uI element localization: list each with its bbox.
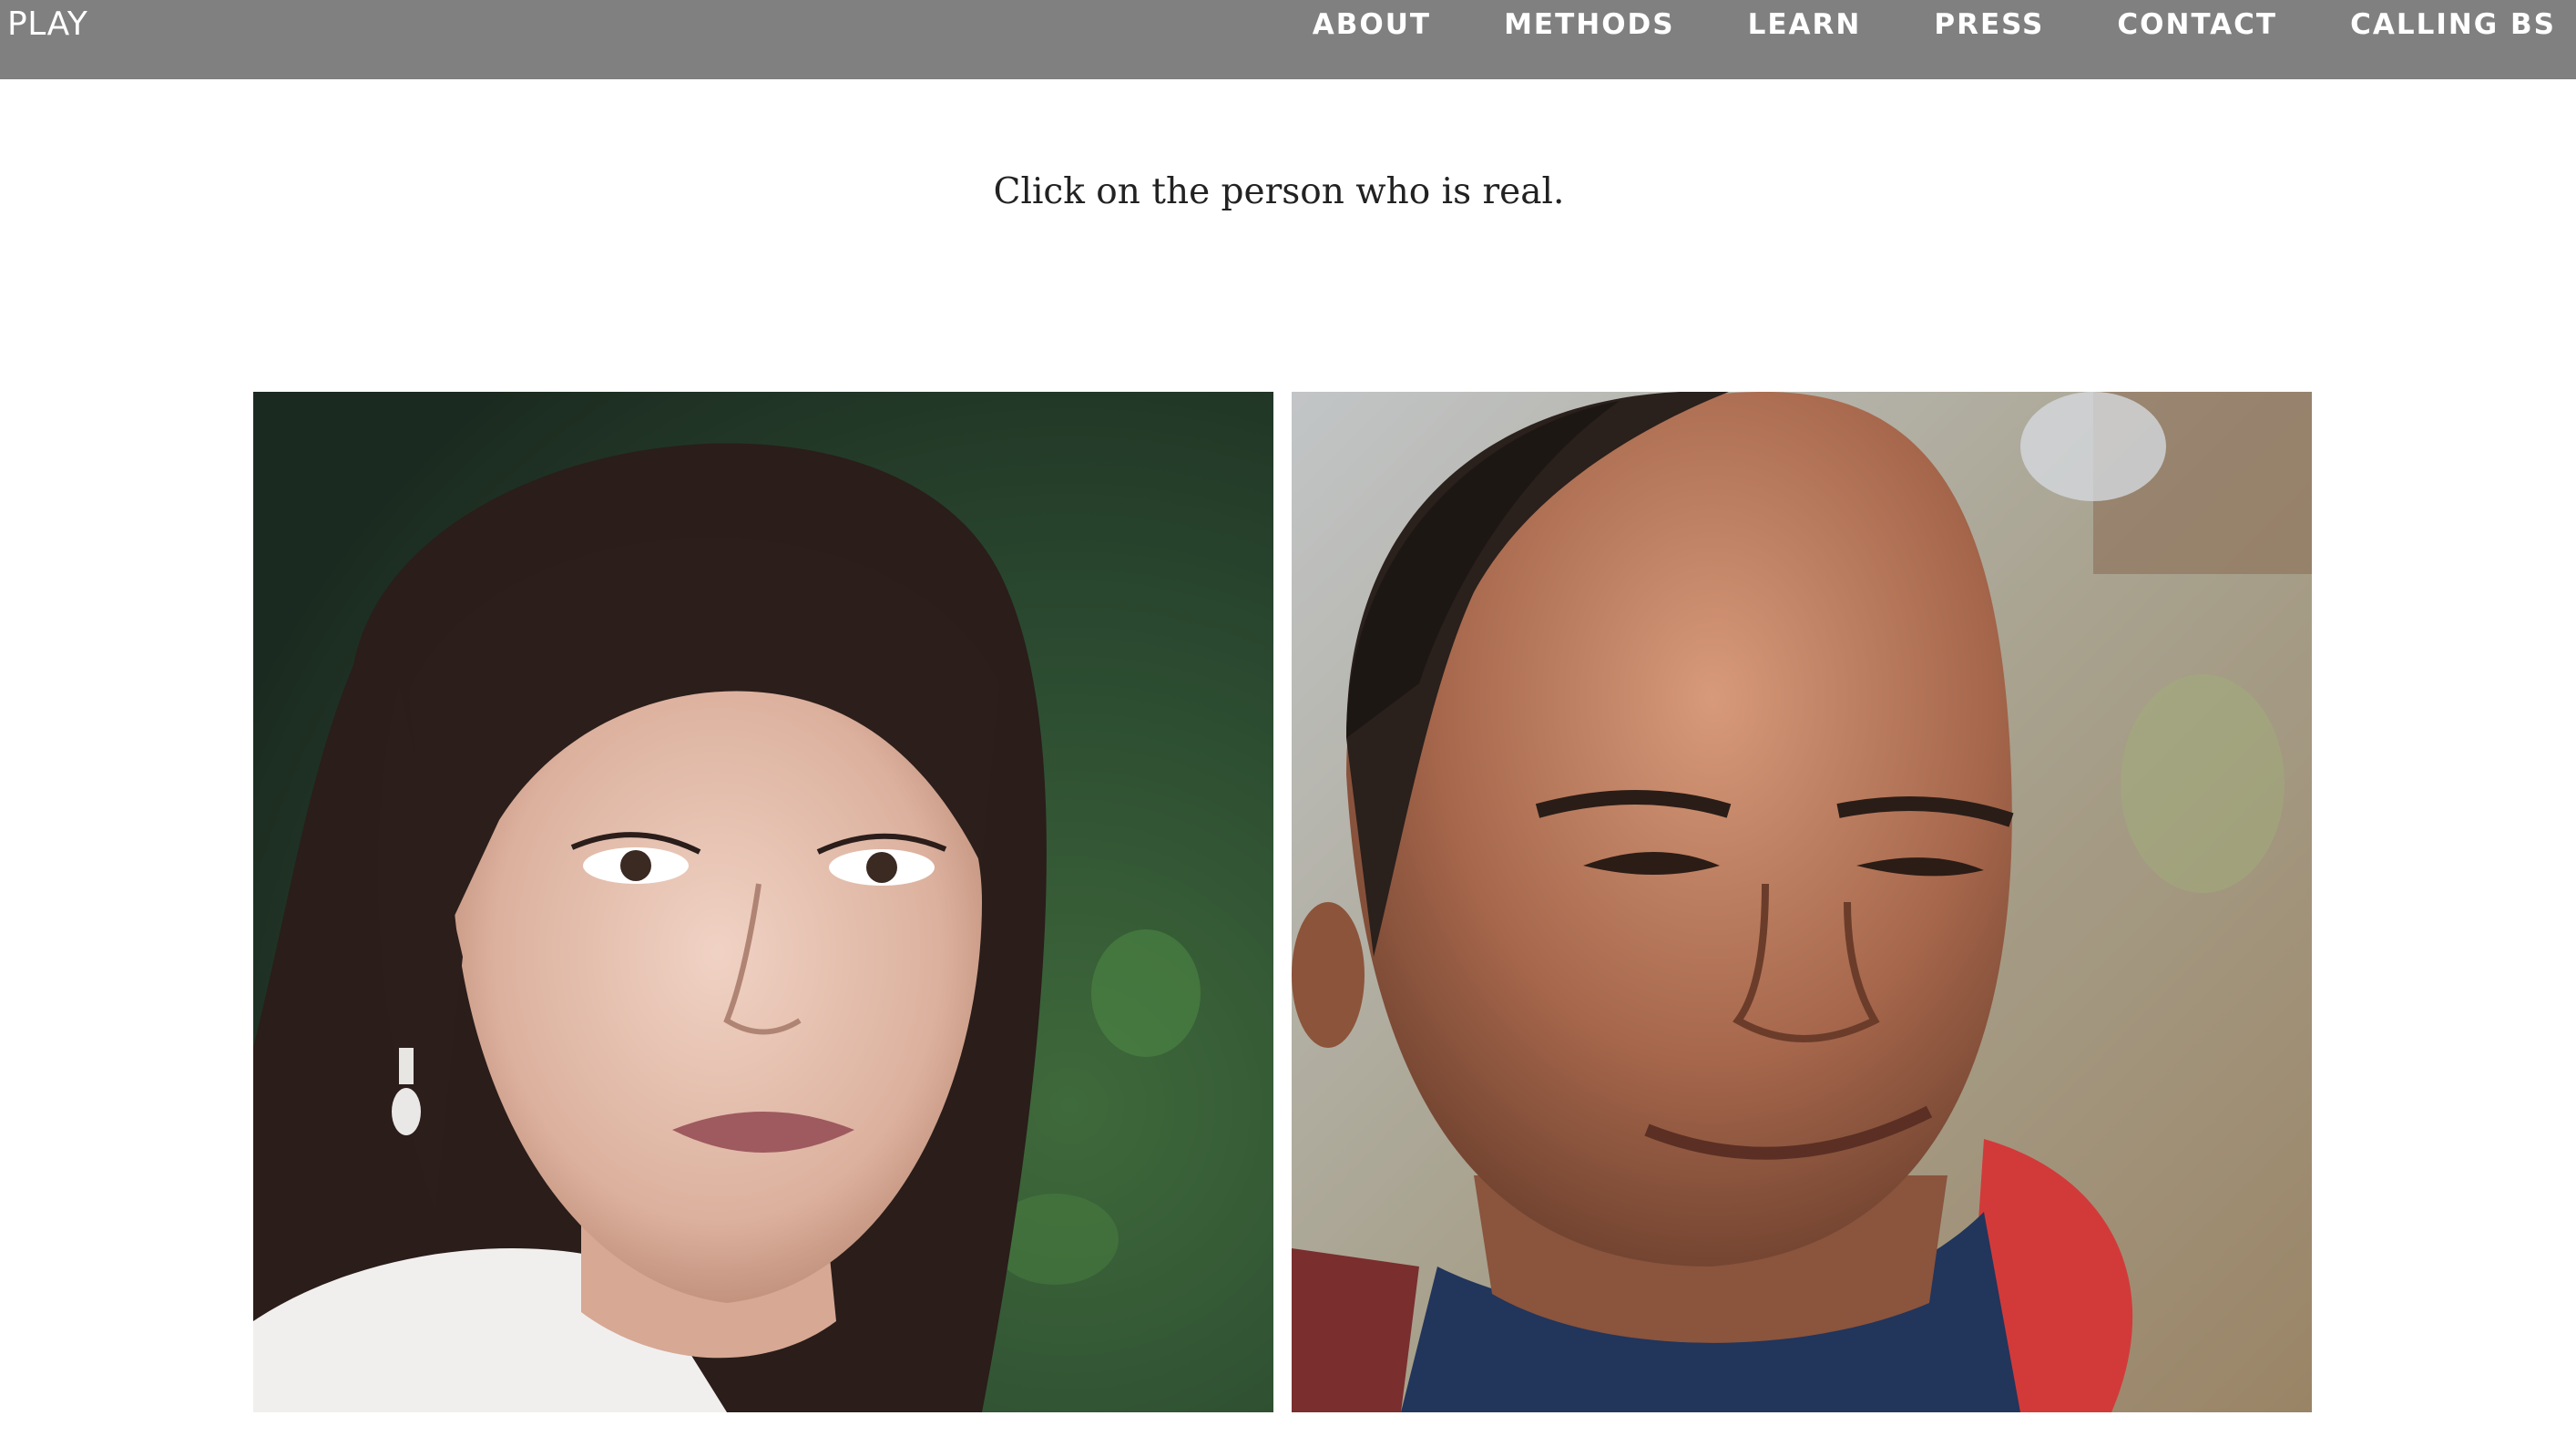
brand-play-link[interactable]: PLAY [7, 0, 87, 49]
nav-methods-link[interactable]: METHODS [1504, 8, 1675, 41]
nav-contact-link[interactable]: CONTACT [2117, 8, 2277, 41]
top-nav-bar: PLAY ABOUT METHODS LEARN PRESS CONTACT C… [0, 0, 2576, 79]
nav-press-link[interactable]: PRESS [1934, 8, 2044, 41]
nav-learn-link[interactable]: LEARN [1748, 8, 1862, 41]
main-nav: ABOUT METHODS LEARN PRESS CONTACT CALLIN… [1313, 0, 2556, 49]
face-image-left[interactable] [253, 392, 1273, 1412]
nav-calling-bs-link[interactable]: CALLING BS [2350, 8, 2556, 41]
face-image-right[interactable] [1292, 392, 2312, 1412]
nav-about-link[interactable]: ABOUT [1313, 8, 1431, 41]
game-prompt: Click on the person who is real. [993, 171, 1565, 212]
